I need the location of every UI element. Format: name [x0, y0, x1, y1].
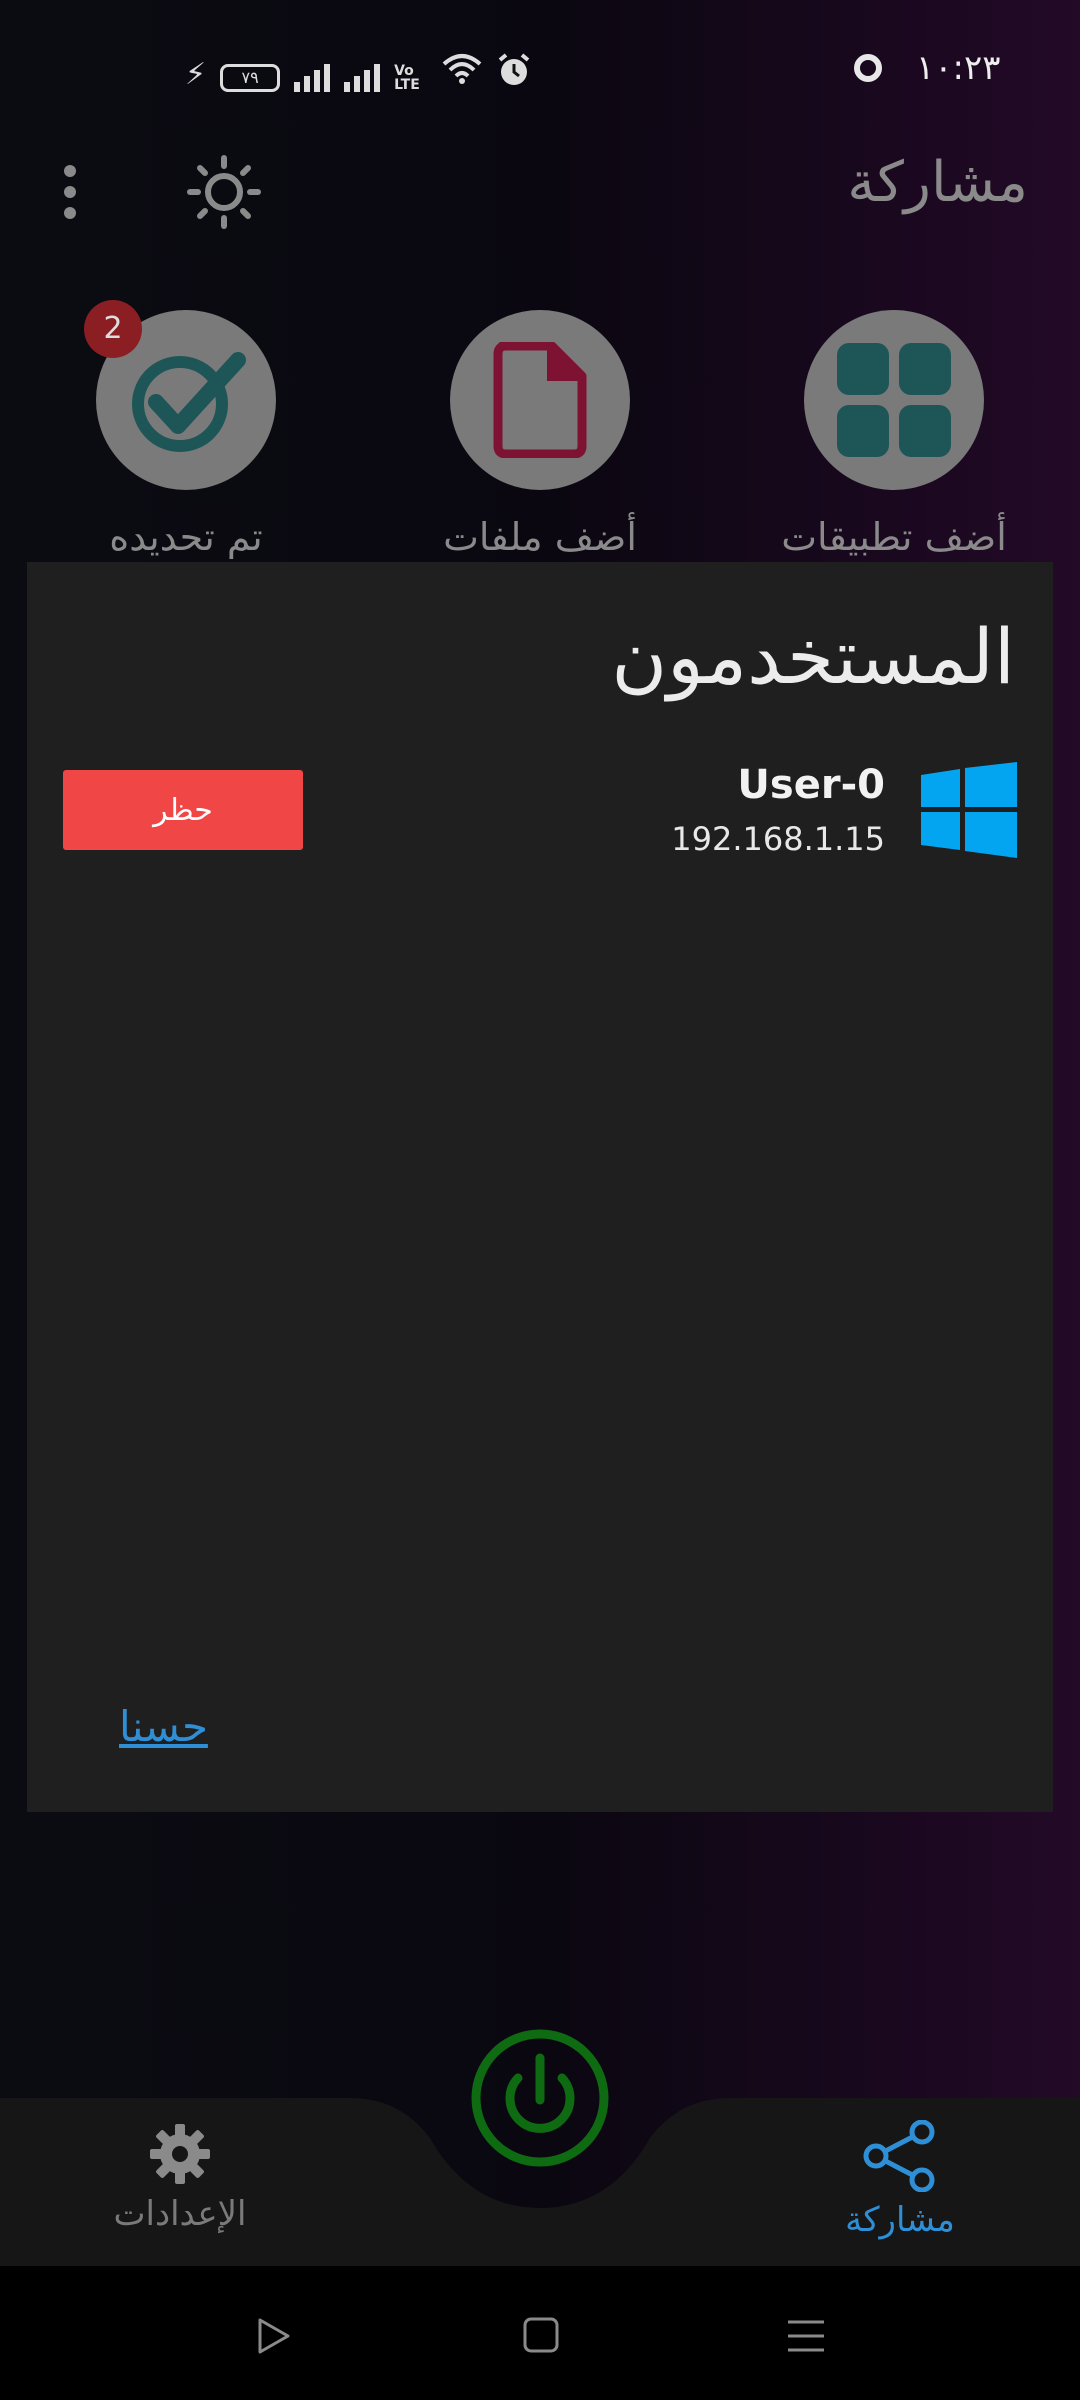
charging-bolt-icon: ⚡	[185, 57, 207, 92]
status-icons: ⚡ ٧٩ Vo LTE	[185, 52, 532, 92]
user-ip: 192.168.1.15	[671, 820, 885, 858]
system-navigation-bar	[0, 2266, 1080, 2400]
back-icon[interactable]	[254, 2316, 294, 2356]
check-circle-icon	[132, 352, 246, 452]
file-icon	[493, 342, 587, 458]
windows-logo-icon	[921, 762, 1017, 858]
volte-icon: Vo LTE	[394, 63, 420, 93]
dialog-title: المستخدمون	[611, 612, 1015, 701]
brightness-icon[interactable]	[186, 154, 262, 230]
recents-menu-icon[interactable]	[786, 2316, 826, 2356]
add-files-label: أضف ملفات	[443, 515, 637, 559]
users-dialog: المستخدمون User-0 192.168.1.15 حظر حسنا	[27, 562, 1053, 1812]
add-files-action[interactable]: أضف ملفات	[443, 310, 637, 559]
signal-icon	[294, 62, 331, 92]
wifi-icon	[442, 52, 482, 92]
sync-ring-icon	[854, 54, 882, 82]
ok-button[interactable]: حسنا	[119, 1702, 208, 1751]
power-button[interactable]	[470, 2028, 610, 2168]
nav-settings-label: الإعدادات	[113, 2194, 247, 2234]
add-apps-action[interactable]: أضف تطبيقات	[781, 310, 1007, 559]
power-icon	[471, 2029, 609, 2167]
home-icon[interactable]	[522, 2316, 560, 2354]
selected-action[interactable]: 2 تم تحديده	[84, 300, 276, 559]
selected-label: تم تحديده	[109, 515, 263, 559]
block-button[interactable]: حظر	[63, 770, 303, 850]
add-apps-button[interactable]	[804, 310, 984, 490]
alarm-icon	[496, 52, 532, 92]
battery-icon: ٧٩	[220, 64, 281, 92]
share-icon	[863, 2119, 935, 2193]
add-files-button[interactable]	[450, 310, 630, 490]
nav-share[interactable]: مشاركة	[820, 2119, 980, 2240]
page-title: مشاركة	[847, 150, 1028, 215]
overflow-menu-icon[interactable]	[62, 165, 78, 219]
user-row: User-0 192.168.1.15 حظر	[27, 762, 1053, 872]
nav-settings[interactable]: الإعدادات	[100, 2122, 260, 2234]
status-time: ١٠:٢٣	[916, 48, 1001, 88]
selected-count-badge: 2	[84, 300, 142, 358]
apps-grid-icon	[837, 343, 951, 457]
user-name: User-0	[737, 762, 885, 808]
status-bar: ⚡ ٧٩ Vo LTE ١٠:٢٣	[0, 0, 1080, 130]
add-apps-label: أضف تطبيقات	[781, 515, 1007, 559]
nav-share-label: مشاركة	[845, 2200, 955, 2240]
signal-icon	[344, 62, 381, 92]
gear-icon	[150, 2124, 210, 2184]
